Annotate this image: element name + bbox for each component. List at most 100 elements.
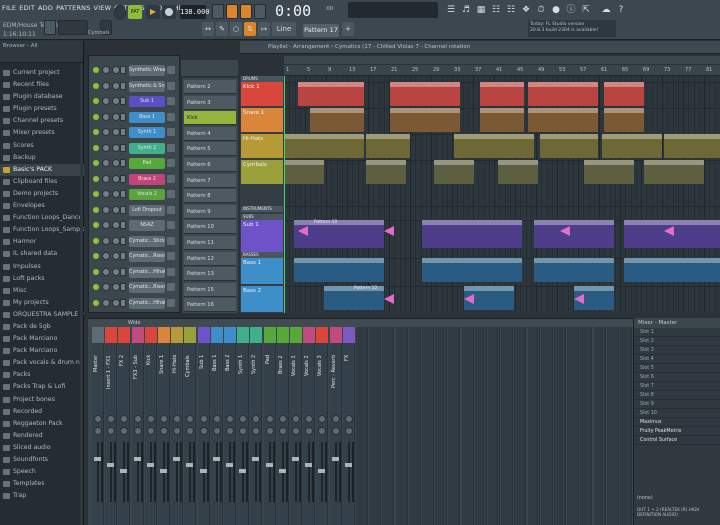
browser-item[interactable]: Current project	[0, 67, 84, 79]
pattern-item[interactable]: Pattern 15	[184, 282, 236, 297]
mixer-strip[interactable]: Synth 2	[250, 327, 263, 525]
browser-item[interactable]: Soundfonts	[0, 454, 84, 466]
playlist-icon[interactable]: ☰	[445, 3, 457, 17]
channel-pan-knob[interactable]	[102, 159, 110, 167]
mixer-strip[interactable]: Kick	[144, 327, 157, 525]
online-icon[interactable]: ☁	[600, 3, 612, 17]
browser-item[interactable]: Templates	[0, 478, 84, 490]
browser-item[interactable]: Impulses	[0, 261, 84, 273]
strip-stereo-knob[interactable]	[186, 427, 195, 435]
pattern-item[interactable]: Pattern 7	[184, 173, 236, 188]
channel-select-pad[interactable]	[167, 283, 175, 291]
snare-clip[interactable]	[310, 108, 364, 132]
browser-item[interactable]: Mixer presets	[0, 127, 84, 139]
mixer-strip[interactable]: Synth 1	[237, 327, 250, 525]
menu-item-add[interactable]: ADD	[38, 4, 53, 12]
channel-track-knob[interactable]	[120, 252, 126, 260]
bass1-clip[interactable]	[422, 258, 522, 282]
browser-item[interactable]: Pack Marciano	[0, 333, 84, 345]
channel-name-button[interactable]: NSAZ	[129, 220, 165, 231]
mixer-strip[interactable]: Bass 1	[210, 327, 223, 525]
channel-pan-knob[interactable]	[102, 112, 110, 121]
mixer-strip[interactable]: Vocals 2	[303, 327, 316, 525]
channel-track-knob[interactable]	[120, 66, 126, 74]
strip-pan-knob[interactable]	[199, 415, 208, 423]
channel-mute-led[interactable]	[93, 299, 99, 306]
browser-item[interactable]: Project bones	[0, 394, 84, 406]
channel-name-button[interactable]: Cymatic...Riser 2	[129, 282, 165, 293]
channel-select-pad[interactable]	[167, 252, 175, 260]
channel-mute-led[interactable]	[93, 284, 99, 290]
channel-select-pad[interactable]	[167, 298, 175, 307]
strip-pan-knob[interactable]	[344, 415, 353, 423]
channel-volume-knob[interactable]	[112, 81, 120, 90]
automation-marker[interactable]	[384, 226, 394, 236]
pattern-item[interactable]: Pattern 8	[184, 189, 236, 204]
channel-name-button[interactable]: Synth 2	[129, 142, 165, 154]
channel-volume-knob[interactable]	[112, 221, 120, 229]
browser-item[interactable]: Basic's PACK	[0, 163, 84, 176]
channel-mute-led[interactable]	[93, 253, 99, 259]
strip-stereo-knob[interactable]	[94, 427, 102, 435]
channel-mute-led[interactable]	[93, 98, 99, 104]
channel-name-button[interactable]: Synthetic Wreak 1	[129, 65, 165, 76]
hihat-clip[interactable]	[602, 134, 662, 158]
hihat-clip[interactable]	[366, 134, 410, 158]
channel-track-knob[interactable]	[120, 190, 126, 198]
channel-row[interactable]: Synth 1	[91, 126, 179, 139]
channel-track-knob[interactable]	[120, 267, 126, 276]
mixer-strip-empty[interactable]	[540, 327, 553, 525]
menu-item-view[interactable]: VIEW	[94, 4, 112, 12]
channel-pan-knob[interactable]	[102, 174, 110, 183]
channel-pan-knob[interactable]	[102, 252, 110, 260]
strip-stereo-knob[interactable]	[265, 427, 274, 435]
channel-row[interactable]: Vocals 2	[91, 188, 179, 201]
browser-item[interactable]: Speech	[0, 466, 84, 478]
channel-row[interactable]: Synth 2	[91, 142, 179, 155]
automation-marker[interactable]	[298, 226, 308, 236]
channel-track-knob[interactable]	[120, 112, 126, 121]
pattern-item[interactable]: Pattern 10	[184, 220, 236, 235]
mixer-strip-empty[interactable]	[554, 327, 566, 525]
channel-row[interactable]: Synthetic & Snare	[91, 80, 179, 93]
channel-pan-knob[interactable]	[102, 221, 110, 229]
mixer-strip-empty[interactable]	[488, 327, 500, 525]
snare-clip[interactable]	[528, 108, 598, 132]
snare-clip[interactable]	[390, 108, 460, 132]
channel-pan-knob[interactable]	[102, 267, 110, 276]
automation-marker[interactable]	[384, 294, 394, 304]
channel-track-knob[interactable]	[120, 283, 126, 291]
menu-item-edit[interactable]: EDIT	[19, 4, 35, 12]
kick-clip[interactable]	[480, 82, 524, 106]
browser-item[interactable]: Harmor	[0, 236, 84, 248]
mixer-strip-empty[interactable]	[474, 327, 487, 525]
channel-track-knob[interactable]	[120, 221, 126, 229]
channel-select-pad[interactable]	[167, 66, 175, 74]
channel-pan-knob[interactable]	[102, 97, 110, 105]
effect-slot[interactable]: Slot 8	[634, 391, 720, 400]
channel-name-button[interactable]: Synthetic & Snare	[129, 80, 165, 92]
browser-item[interactable]: Rendered	[0, 430, 84, 442]
kick-clip[interactable]	[298, 82, 364, 106]
browser-item[interactable]: IL shared data	[0, 248, 84, 260]
kick-clip[interactable]	[604, 82, 644, 106]
effect-slot[interactable]: Slot 2	[634, 337, 720, 346]
channel-pan-knob[interactable]	[102, 66, 110, 74]
playhead[interactable]	[284, 76, 285, 313]
channel-name-button[interactable]: Cymatic...Hihat 7	[129, 266, 165, 278]
sub-clip[interactable]	[534, 220, 614, 248]
browser-item[interactable]: Sliced audio	[0, 442, 84, 454]
mixer-strip-empty[interactable]	[422, 327, 434, 525]
mixer-strip-empty[interactable]	[501, 327, 514, 525]
playlist-track-header[interactable]: Bass 2	[241, 286, 283, 312]
automation-marker[interactable]	[560, 226, 570, 236]
mixer-strip-empty[interactable]	[408, 327, 421, 525]
typing-keyboard-button[interactable]	[212, 4, 224, 19]
strip-stereo-knob[interactable]	[278, 427, 287, 435]
effect-slot[interactable]: Slot 9	[634, 400, 720, 409]
mixer-strip-empty[interactable]	[382, 327, 395, 525]
channel-name-button[interactable]: Vocals 2	[129, 189, 165, 200]
strip-stereo-knob[interactable]	[173, 427, 182, 435]
mixer-strip[interactable]: Master	[92, 327, 104, 525]
hihat-clip[interactable]	[454, 134, 534, 158]
